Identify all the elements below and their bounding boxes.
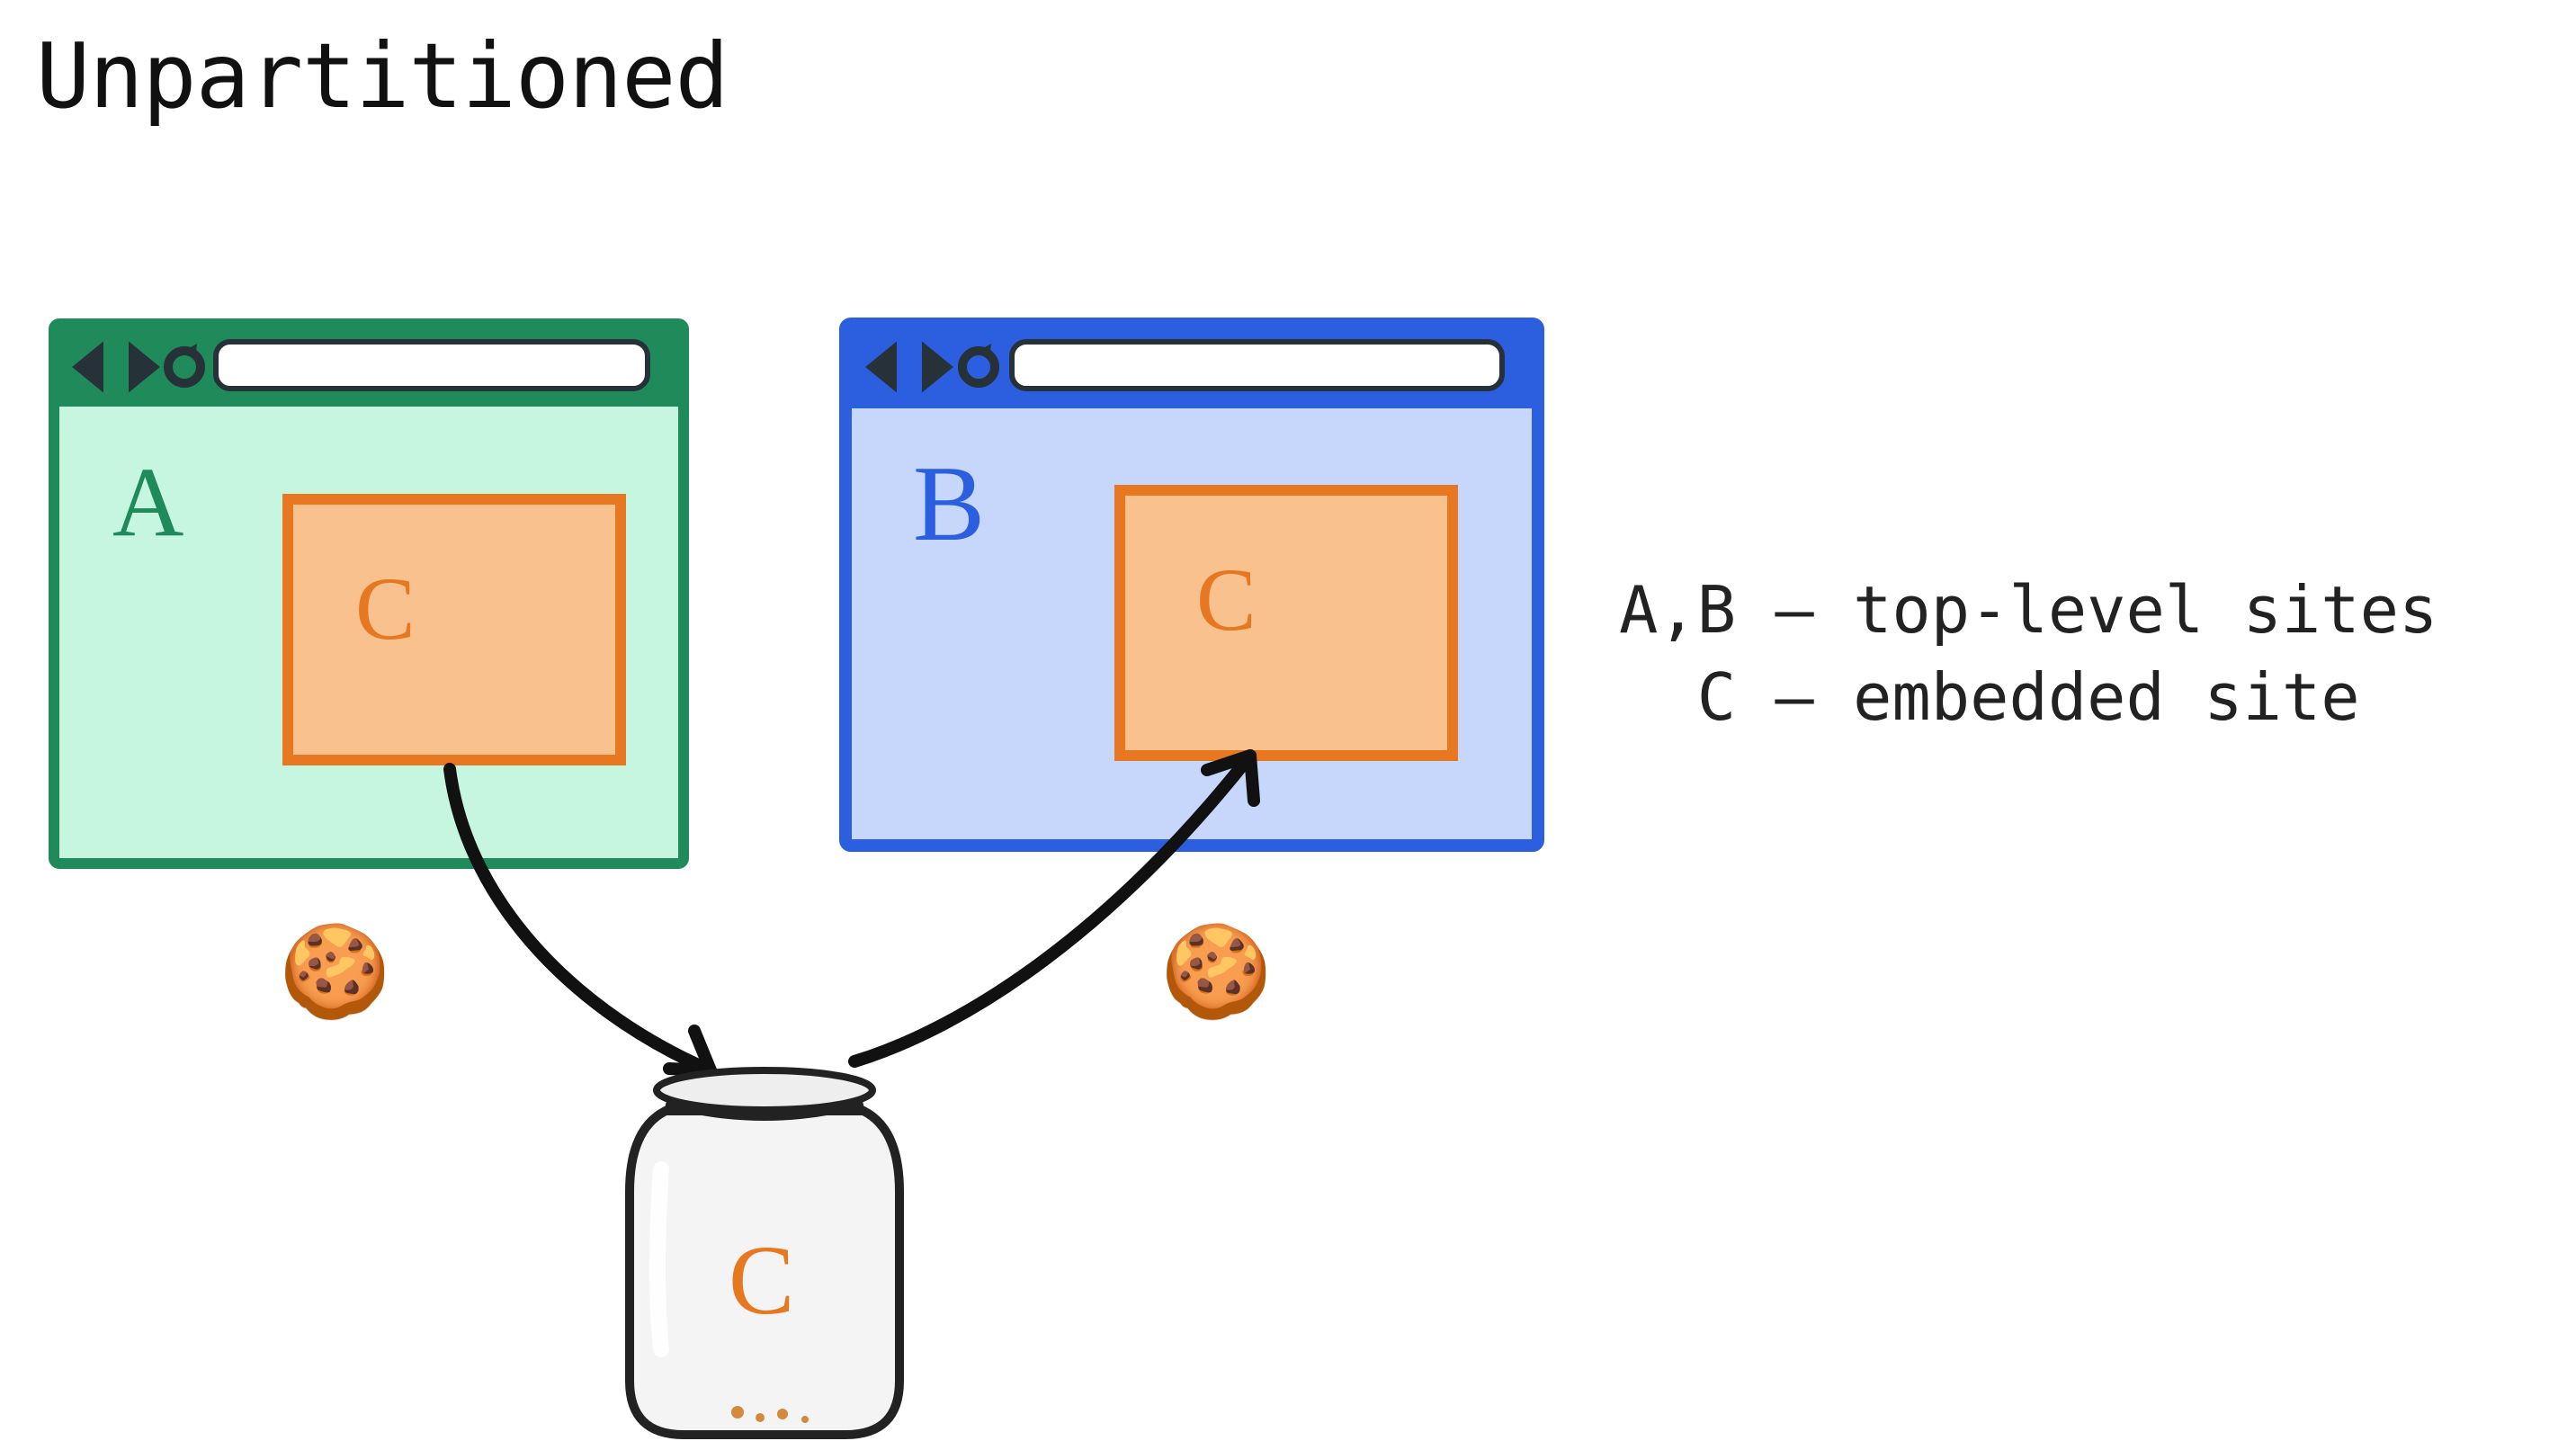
cookie-icon-left: 🍪 xyxy=(279,926,391,1016)
cookie-jar-label: C xyxy=(729,1225,794,1335)
iframe-a-c-label: C xyxy=(355,559,416,658)
browser-a-site-label: A xyxy=(112,447,183,557)
iframe-a-c: C xyxy=(288,499,621,760)
browser-window-b: B C xyxy=(845,324,1538,846)
legend: A,B — top-level sites C — embedded site xyxy=(1619,567,2437,741)
browser-window-a: A C xyxy=(54,324,684,864)
legend-line-2: C — embedded site xyxy=(1619,659,2360,735)
iframe-b-c: C xyxy=(1120,490,1453,756)
cookie-jar: C xyxy=(630,1070,899,1435)
browser-b-site-label: B xyxy=(913,443,985,563)
legend-line-1: A,B — top-level sites xyxy=(1619,572,2437,648)
iframe-b-c-label: C xyxy=(1196,550,1257,649)
cookie-icon-right: 🍪 xyxy=(1160,926,1273,1016)
